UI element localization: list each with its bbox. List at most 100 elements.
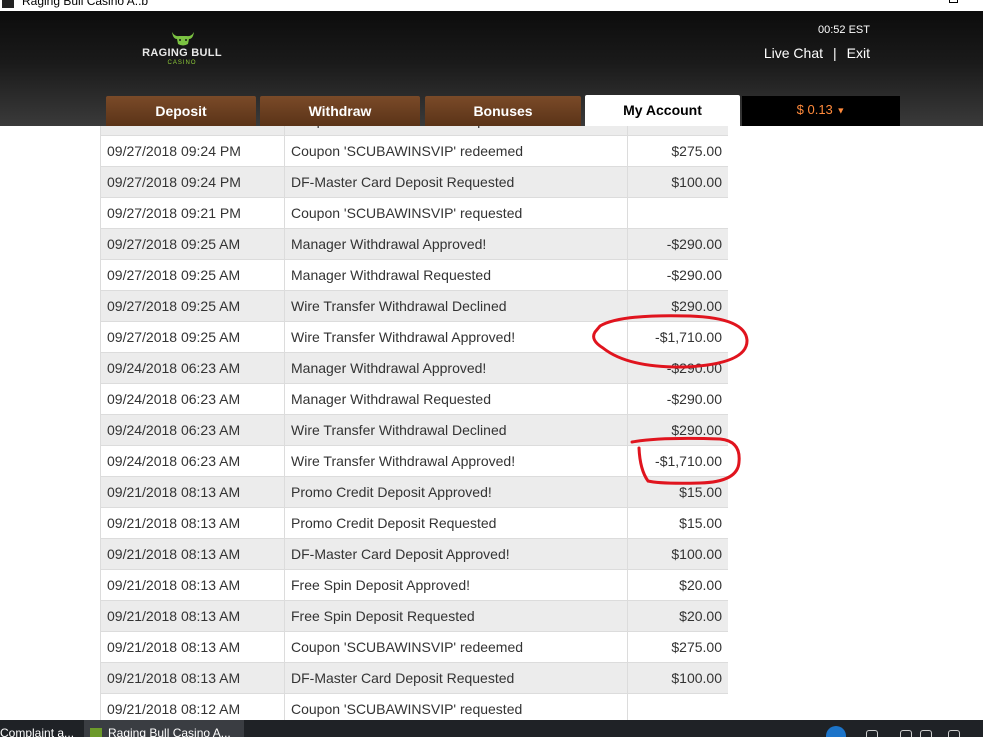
help-icon[interactable] [826,726,846,737]
table-row: 09/21/2018 08:13 AM DF-Master Card Deposi… [100,662,728,694]
table-row: 09/21/2018 08:13 AM DF-Master Card Deposi… [100,538,728,570]
amount-cell: $290.00 [627,414,728,446]
date-cell: 09/21/2018 08:13 AM [100,476,285,508]
date-cell: 09/27/2018 09:24 PM [100,126,285,136]
table-row: 09/27/2018 09:25 AM Manager Withdrawal Ap… [100,228,728,260]
amount-cell [627,126,728,136]
balance-dropdown[interactable]: $ 0.13 ▼ [742,96,900,126]
date-cell: 09/21/2018 08:13 AM [100,631,285,663]
date-cell: 09/21/2018 08:13 AM [100,538,285,570]
table-row: 09/27/2018 09:21 PM Coupon 'SCUBAWINSVIP'… [100,197,728,229]
description-cell: Manager Withdrawal Approved! [284,228,628,260]
amount-cell: $100.00 [627,166,728,198]
date-cell: 09/27/2018 09:25 AM [100,259,285,291]
date-cell: 09/27/2018 09:21 PM [100,197,285,229]
amount-cell: $15.00 [627,507,728,539]
maximize-icon[interactable] [949,0,958,3]
description-cell: Free Spin Deposit Approved! [284,569,628,601]
taskbar-item-label: Raging Bull Casino A... [108,726,231,737]
description-cell: Coupon 'SCUBAWINSVIP' requested [284,197,628,229]
amount-cell: -$290.00 [627,383,728,415]
balance-value: $ 0.13 [796,102,833,117]
exit-link[interactable]: Exit [847,45,870,61]
date-cell: 09/24/2018 06:23 AM [100,445,285,477]
date-cell: 09/27/2018 09:24 PM [100,135,285,167]
table-row: 09/27/2018 09:25 AM Wire Transfer Withdra… [100,321,728,353]
table-row: 09/27/2018 09:24 PMCoupon 'SCUBAWINSVIP'… [100,126,728,136]
transactions-table: 09/27/2018 09:24 PM Coupon 'SCUBAWINSVIP'… [100,126,728,720]
taskbar-item-casino[interactable]: Raging Bull Casino A... [84,720,244,737]
amount-cell: $20.00 [627,600,728,632]
table-row: 09/21/2018 08:13 AM Coupon 'SCUBAWINSVIP'… [100,631,728,663]
taskbar-item-complaint[interactable]: Complaint a... [0,720,80,737]
description-cell: Manager Withdrawal Approved! [284,352,628,384]
bull-icon [172,32,194,46]
table-row: 09/21/2018 08:13 AM Promo Credit Deposit … [100,476,728,508]
description-cell: Coupon 'SCUBAWINSVIP' redeemed [284,135,628,167]
description-cell: Coupon 'SCUBAWINSVIP' requested [284,693,628,720]
table-row: 09/27/2018 09:25 AM Manager Withdrawal Re… [100,259,728,291]
amount-cell: -$1,710.00 [627,445,728,477]
taskbar: Complaint a... Raging Bull Casino A... [0,720,983,737]
table-row: 09/24/2018 06:23 AM Wire Transfer Withdra… [100,445,728,477]
amount-cell: -$1,710.00 [627,321,728,353]
window-titlebar: Raging Bull Casino A..b [0,0,983,11]
site-header: RAGING BULL CASINO 00:52 EST Live Chat | E… [0,11,983,126]
logo[interactable]: RAGING BULL CASINO [137,29,227,73]
description-cell: Wire Transfer Withdrawal Declined [284,290,628,322]
description-cell: Coupon 'SCUBAWINSVIP' redeemed [284,631,628,663]
amount-cell: -$290.00 [627,352,728,384]
description-cell: Promo Credit Deposit Requested [284,507,628,539]
tab-my-account[interactable]: My Account [585,95,740,126]
volume-icon[interactable] [920,730,932,737]
header-link-separator: | [833,45,837,61]
live-chat-link[interactable]: Live Chat [764,45,823,61]
amount-cell: $100.00 [627,538,728,570]
description-cell: Coupon 'SCUBAWINSVIP' requested [284,126,628,136]
description-cell: DF-Master Card Deposit Requested [284,662,628,694]
logo-subtitle: CASINO [167,60,197,66]
description-cell: Promo Credit Deposit Approved! [284,476,628,508]
table-row: 09/24/2018 06:23 AM Manager Withdrawal Ap… [100,352,728,384]
description-cell: Wire Transfer Withdrawal Approved! [284,445,628,477]
table-row: 09/27/2018 09:24 PMCoupon 'SCUBAWINSVIP'… [100,135,728,167]
date-cell: 09/27/2018 09:24 PM [100,166,285,198]
description-cell: Free Spin Deposit Requested [284,600,628,632]
description-cell: Manager Withdrawal Requested [284,259,628,291]
date-cell: 09/27/2018 09:25 AM [100,228,285,260]
tab-withdraw[interactable]: Withdraw [260,96,420,126]
description-cell: DF-Master Card Deposit Requested [284,166,628,198]
date-cell: 09/27/2018 09:25 AM [100,321,285,353]
window-title: Raging Bull Casino A..b [22,0,149,8]
amount-cell: -$290.00 [627,259,728,291]
amount-cell: $290.00 [627,290,728,322]
date-cell: 09/27/2018 09:25 AM [100,290,285,322]
amount-cell: $275.00 [627,135,728,167]
amount-cell [627,197,728,229]
tab-deposit[interactable]: Deposit [106,96,256,126]
transaction-history[interactable]: 09/27/2018 09:24 PM Coupon 'SCUBAWINSVIP'… [100,126,728,720]
table-row: 09/21/2018 08:13 AM Promo Credit Deposit … [100,507,728,539]
table-row: 09/27/2018 09:24 PM DF-Master Card Deposi… [100,166,728,198]
amount-cell: -$290.00 [627,228,728,260]
description-cell: DF-Master Card Deposit Approved! [284,538,628,570]
table-row: 09/21/2018 08:12 AM Coupon 'SCUBAWINSVIP'… [100,693,728,720]
people-icon[interactable] [866,730,878,737]
amount-cell: $275.00 [627,631,728,663]
chevron-up-icon[interactable] [900,730,912,737]
header-links: Live Chat | Exit [740,45,870,61]
amount-cell: $15.00 [627,476,728,508]
table-row: 09/27/2018 09:25 AM Wire Transfer Withdra… [100,290,728,322]
casino-app-icon [90,728,102,737]
tab-bonuses[interactable]: Bonuses [425,96,581,126]
date-cell: 09/21/2018 08:13 AM [100,507,285,539]
date-cell: 09/21/2018 08:13 AM [100,569,285,601]
network-icon[interactable] [948,730,960,737]
description-cell: Manager Withdrawal Requested [284,383,628,415]
table-row: 09/21/2018 08:13 AM Free Spin Deposit App… [100,569,728,601]
amount-cell [627,693,728,720]
server-clock: 00:52 EST [818,24,870,36]
logo-title: RAGING BULL [142,47,222,59]
date-cell: 09/24/2018 06:23 AM [100,383,285,415]
caret-down-icon: ▼ [836,105,846,116]
